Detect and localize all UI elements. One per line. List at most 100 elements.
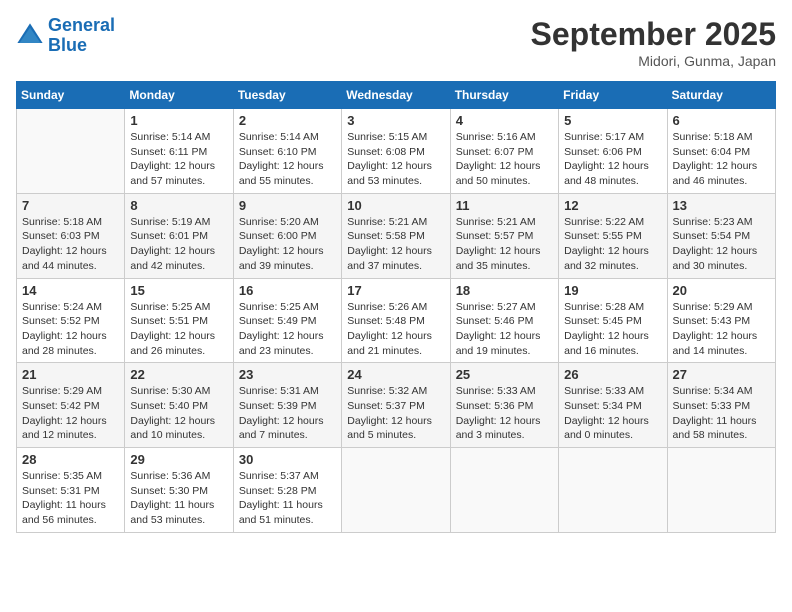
calendar-cell: 22 Sunrise: 5:30 AM Sunset: 5:40 PM Dayli… (125, 363, 233, 448)
day-info: Sunrise: 5:25 AM Sunset: 5:49 PM Dayligh… (239, 300, 336, 359)
day-number: 5 (564, 113, 661, 128)
weekday-header: Wednesday (342, 82, 450, 109)
calendar-cell: 9 Sunrise: 5:20 AM Sunset: 6:00 PM Daylig… (233, 193, 341, 278)
day-info: Sunrise: 5:33 AM Sunset: 5:34 PM Dayligh… (564, 384, 661, 443)
day-info: Sunrise: 5:30 AM Sunset: 5:40 PM Dayligh… (130, 384, 227, 443)
weekday-header: Friday (559, 82, 667, 109)
day-info: Sunrise: 5:29 AM Sunset: 5:42 PM Dayligh… (22, 384, 119, 443)
calendar-cell: 30Sunrise: 5:37 AM Sunset: 5:28 PM Dayli… (233, 448, 341, 533)
calendar-cell: 1Sunrise: 5:14 AM Sunset: 6:11 PM Daylig… (125, 109, 233, 194)
calendar-cell: 5Sunrise: 5:17 AM Sunset: 6:06 PM Daylig… (559, 109, 667, 194)
day-info: Sunrise: 5:21 AM Sunset: 5:57 PM Dayligh… (456, 215, 553, 274)
calendar-cell: 29Sunrise: 5:36 AM Sunset: 5:30 PM Dayli… (125, 448, 233, 533)
calendar-cell: 2 Sunrise: 5:14 AM Sunset: 6:10 PM Daylig… (233, 109, 341, 194)
calendar-cell (450, 448, 558, 533)
calendar-week-row: 28 Sunrise: 5:35 AM Sunset: 5:31 PM Dayli… (17, 448, 776, 533)
weekday-header: Saturday (667, 82, 775, 109)
day-info: Sunrise: 5:27 AM Sunset: 5:46 PM Dayligh… (456, 300, 553, 359)
day-info: Sunrise: 5:31 AM Sunset: 5:39 PM Dayligh… (239, 384, 336, 443)
calendar-cell: 17 Sunrise: 5:26 AM Sunset: 5:48 PM Dayli… (342, 278, 450, 363)
calendar-cell (667, 448, 775, 533)
day-number: 27 (673, 367, 770, 382)
day-info: Sunrise: 5:26 AM Sunset: 5:48 PM Dayligh… (347, 300, 444, 359)
day-number: 12 (564, 198, 661, 213)
calendar-week-row: 14 Sunrise: 5:24 AM Sunset: 5:52 PM Dayli… (17, 278, 776, 363)
weekday-header: Sunday (17, 82, 125, 109)
day-info: Sunrise: 5:28 AM Sunset: 5:45 PM Dayligh… (564, 300, 661, 359)
weekday-header: Tuesday (233, 82, 341, 109)
calendar-table: SundayMondayTuesdayWednesdayThursdayFrid… (16, 81, 776, 533)
day-number: 13 (673, 198, 770, 213)
day-number: 30 (239, 452, 336, 467)
calendar-cell: 28 Sunrise: 5:35 AM Sunset: 5:31 PM Dayli… (17, 448, 125, 533)
calendar-cell: 20 Sunrise: 5:29 AM Sunset: 5:43 PM Dayli… (667, 278, 775, 363)
logo-text: General Blue (48, 16, 115, 56)
day-number: 20 (673, 283, 770, 298)
calendar-cell: 8Sunrise: 5:19 AM Sunset: 6:01 PM Daylig… (125, 193, 233, 278)
calendar-header-row: SundayMondayTuesdayWednesdayThursdayFrid… (17, 82, 776, 109)
day-number: 23 (239, 367, 336, 382)
weekday-header: Monday (125, 82, 233, 109)
day-number: 15 (130, 283, 227, 298)
day-info: Sunrise: 5:29 AM Sunset: 5:43 PM Dayligh… (673, 300, 770, 359)
calendar-cell: 16 Sunrise: 5:25 AM Sunset: 5:49 PM Dayli… (233, 278, 341, 363)
day-number: 16 (239, 283, 336, 298)
day-info: Sunrise: 5:22 AM Sunset: 5:55 PM Dayligh… (564, 215, 661, 274)
day-number: 3 (347, 113, 444, 128)
calendar-cell: 13 Sunrise: 5:23 AM Sunset: 5:54 PM Dayli… (667, 193, 775, 278)
day-number: 17 (347, 283, 444, 298)
day-number: 6 (673, 113, 770, 128)
page-header: General Blue September 2025 Midori, Gunm… (16, 16, 776, 69)
day-info: Sunrise: 5:18 AM Sunset: 6:04 PM Dayligh… (673, 130, 770, 189)
calendar-cell: 11Sunrise: 5:21 AM Sunset: 5:57 PM Dayli… (450, 193, 558, 278)
day-info: Sunrise: 5:20 AM Sunset: 6:00 PM Dayligh… (239, 215, 336, 274)
day-info: Sunrise: 5:35 AM Sunset: 5:31 PM Dayligh… (22, 469, 119, 528)
calendar-cell: 23 Sunrise: 5:31 AM Sunset: 5:39 PM Dayli… (233, 363, 341, 448)
day-number: 8 (130, 198, 227, 213)
calendar-cell: 18Sunrise: 5:27 AM Sunset: 5:46 PM Dayli… (450, 278, 558, 363)
logo-icon (16, 22, 44, 50)
calendar-cell: 24 Sunrise: 5:32 AM Sunset: 5:37 PM Dayli… (342, 363, 450, 448)
calendar-week-row: 21 Sunrise: 5:29 AM Sunset: 5:42 PM Dayli… (17, 363, 776, 448)
day-number: 21 (22, 367, 119, 382)
day-info: Sunrise: 5:14 AM Sunset: 6:10 PM Dayligh… (239, 130, 336, 189)
day-number: 1 (130, 113, 227, 128)
calendar-cell: 3 Sunrise: 5:15 AM Sunset: 6:08 PM Daylig… (342, 109, 450, 194)
calendar-cell: 26 Sunrise: 5:33 AM Sunset: 5:34 PM Dayli… (559, 363, 667, 448)
day-number: 26 (564, 367, 661, 382)
day-info: Sunrise: 5:15 AM Sunset: 6:08 PM Dayligh… (347, 130, 444, 189)
calendar-cell (17, 109, 125, 194)
day-number: 14 (22, 283, 119, 298)
calendar-week-row: 1Sunrise: 5:14 AM Sunset: 6:11 PM Daylig… (17, 109, 776, 194)
calendar-week-row: 7 Sunrise: 5:18 AM Sunset: 6:03 PM Daylig… (17, 193, 776, 278)
calendar-cell (342, 448, 450, 533)
day-info: Sunrise: 5:32 AM Sunset: 5:37 PM Dayligh… (347, 384, 444, 443)
day-number: 24 (347, 367, 444, 382)
calendar-cell: 12 Sunrise: 5:22 AM Sunset: 5:55 PM Dayli… (559, 193, 667, 278)
weekday-header: Thursday (450, 82, 558, 109)
calendar-cell: 27 Sunrise: 5:34 AM Sunset: 5:33 PM Dayli… (667, 363, 775, 448)
calendar-cell: 25 Sunrise: 5:33 AM Sunset: 5:36 PM Dayli… (450, 363, 558, 448)
calendar-cell: 21 Sunrise: 5:29 AM Sunset: 5:42 PM Dayli… (17, 363, 125, 448)
day-number: 25 (456, 367, 553, 382)
day-number: 7 (22, 198, 119, 213)
day-info: Sunrise: 5:23 AM Sunset: 5:54 PM Dayligh… (673, 215, 770, 274)
day-info: Sunrise: 5:34 AM Sunset: 5:33 PM Dayligh… (673, 384, 770, 443)
title-block: September 2025 Midori, Gunma, Japan (531, 16, 776, 69)
day-info: Sunrise: 5:18 AM Sunset: 6:03 PM Dayligh… (22, 215, 119, 274)
calendar-cell: 6 Sunrise: 5:18 AM Sunset: 6:04 PM Daylig… (667, 109, 775, 194)
calendar-cell: 19 Sunrise: 5:28 AM Sunset: 5:45 PM Dayli… (559, 278, 667, 363)
day-number: 9 (239, 198, 336, 213)
day-number: 28 (22, 452, 119, 467)
calendar-cell: 7 Sunrise: 5:18 AM Sunset: 6:03 PM Daylig… (17, 193, 125, 278)
day-number: 19 (564, 283, 661, 298)
day-number: 2 (239, 113, 336, 128)
calendar-cell: 15Sunrise: 5:25 AM Sunset: 5:51 PM Dayli… (125, 278, 233, 363)
day-info: Sunrise: 5:33 AM Sunset: 5:36 PM Dayligh… (456, 384, 553, 443)
day-number: 22 (130, 367, 227, 382)
calendar-cell: 4Sunrise: 5:16 AM Sunset: 6:07 PM Daylig… (450, 109, 558, 194)
day-info: Sunrise: 5:21 AM Sunset: 5:58 PM Dayligh… (347, 215, 444, 274)
day-info: Sunrise: 5:24 AM Sunset: 5:52 PM Dayligh… (22, 300, 119, 359)
day-info: Sunrise: 5:16 AM Sunset: 6:07 PM Dayligh… (456, 130, 553, 189)
location: Midori, Gunma, Japan (531, 53, 776, 69)
